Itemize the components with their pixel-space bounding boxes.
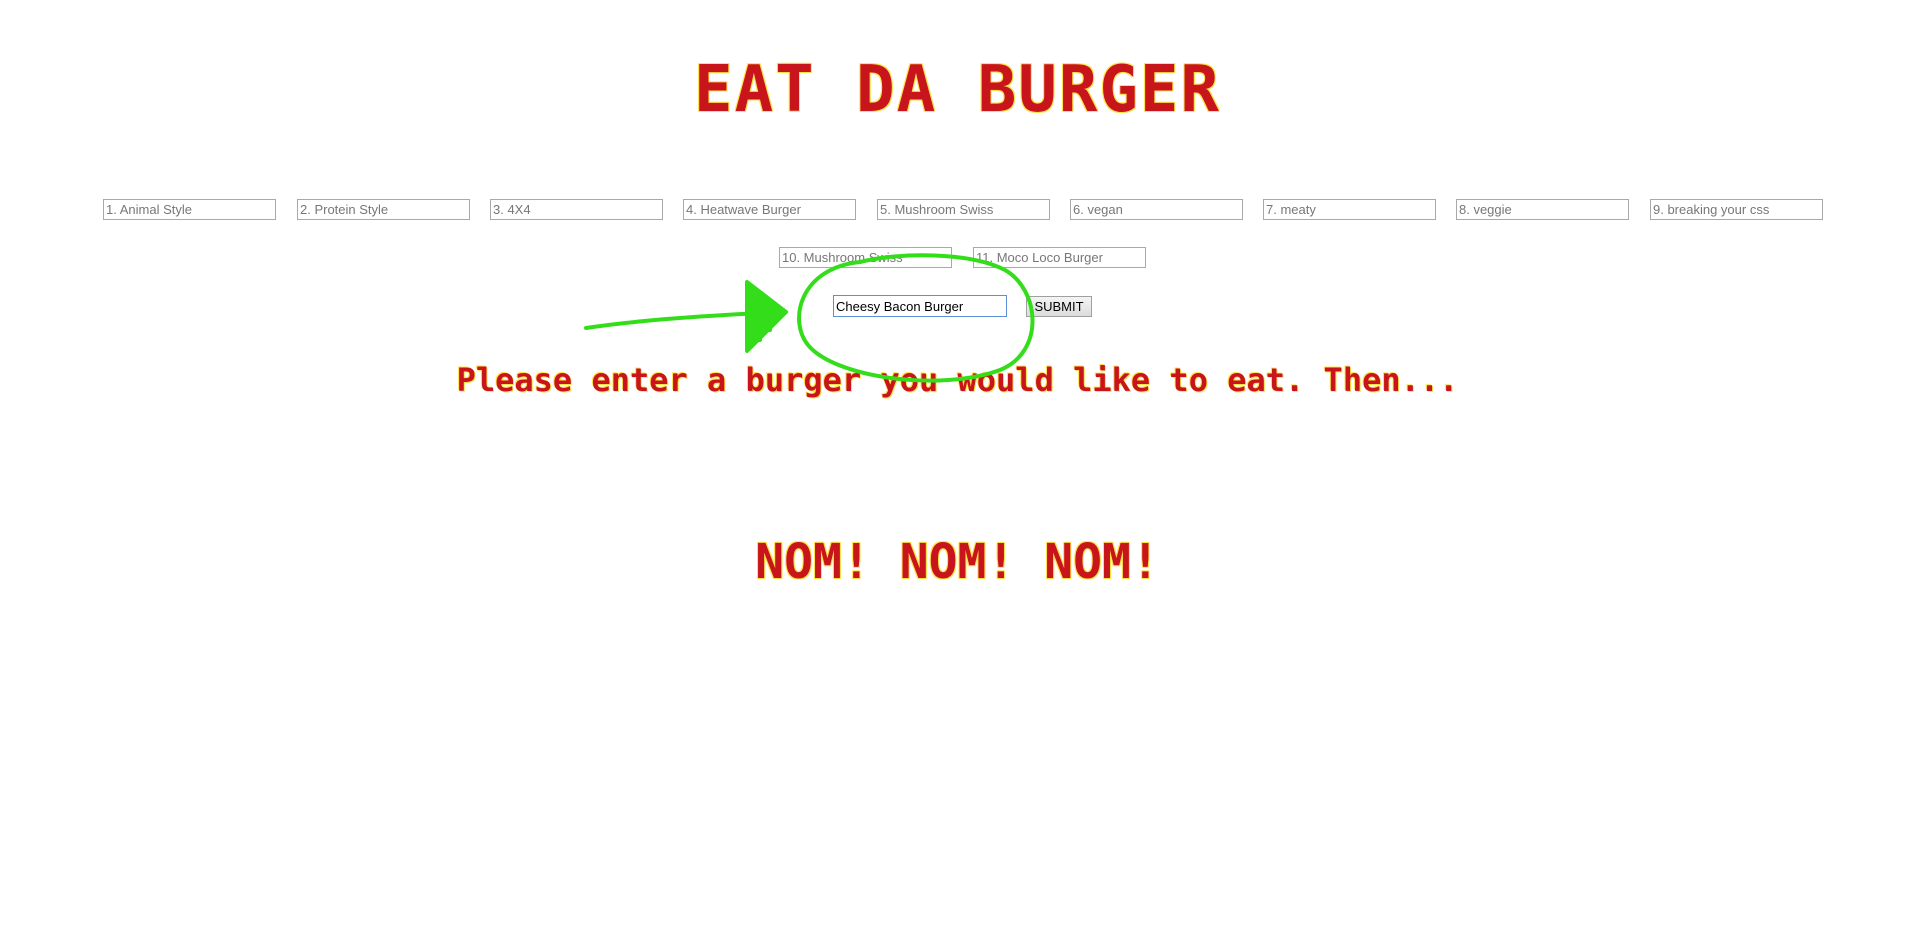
burger-input-2[interactable] — [297, 199, 470, 220]
burger-input-10[interactable] — [779, 247, 952, 268]
page-title: EAT DA BURGER — [694, 53, 1221, 127]
burger-input-9[interactable] — [1650, 199, 1823, 220]
arrow-icon — [584, 280, 788, 353]
nom-nom-text: NOM! NOM! NOM! — [755, 534, 1160, 590]
instruction-text: Please enter a burger you would like to … — [456, 361, 1459, 399]
burger-input-7[interactable] — [1263, 199, 1436, 220]
burger-input-3[interactable] — [490, 199, 663, 220]
burger-input-4[interactable] — [683, 199, 856, 220]
annotation-overlay — [584, 253, 1035, 383]
burger-input-1[interactable] — [103, 199, 276, 220]
burger-input-8[interactable] — [1456, 199, 1629, 220]
page: EAT DA BURGER SUBMIT Please enter a burg… — [0, 0, 1915, 932]
new-burger-input[interactable] — [833, 295, 1007, 317]
submit-button[interactable]: SUBMIT — [1026, 296, 1092, 317]
burger-input-6[interactable] — [1070, 199, 1243, 220]
burger-input-11[interactable] — [973, 247, 1146, 268]
burger-input-5[interactable] — [877, 199, 1050, 220]
